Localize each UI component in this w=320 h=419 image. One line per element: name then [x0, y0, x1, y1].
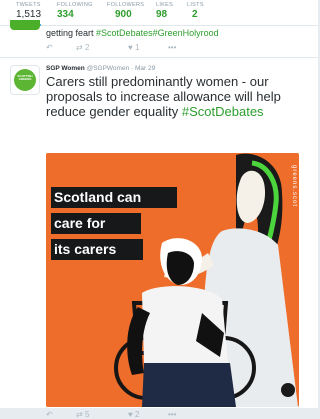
avatar[interactable]: SCOTTISH GREENS	[10, 65, 40, 95]
stat-likes[interactable]: LIKES 98	[156, 2, 173, 21]
more-icon[interactable]: •••	[168, 410, 176, 419]
stat-lists[interactable]: LISTS 2	[187, 2, 204, 21]
stat-label: LISTS	[187, 2, 204, 8]
retweet-count: 5	[84, 410, 90, 419]
hashtag-link[interactable]: #ScotDebates	[182, 104, 264, 119]
like-icon[interactable]: ♥ 1	[128, 43, 139, 52]
stat-label: FOLLOWING	[57, 2, 93, 8]
timeline: getting feart #ScotDebates#GreenHolyrood…	[0, 20, 318, 419]
tweet-text: Carers still predominantly women - our p…	[46, 74, 308, 119]
stat-followers[interactable]: FOLLOWERS 900	[107, 2, 144, 21]
like-icon[interactable]: ♥ 2	[128, 410, 139, 419]
stat-label: FOLLOWERS	[107, 2, 145, 8]
author-handle[interactable]: @SGPWomen	[87, 65, 130, 72]
image-caption-line: care for	[51, 213, 141, 234]
author-name[interactable]: SGP Women	[46, 65, 85, 72]
retweet-count: 2	[84, 43, 90, 52]
profile-stats-bar: TWEETS 1,513 FOLLOWING 334 FOLLOWERS 900…	[0, 0, 318, 26]
retweet-icon[interactable]: ⇄ 2	[76, 43, 89, 52]
retweet-icon[interactable]: ⇄ 5	[76, 410, 89, 419]
stat-label: LIKES	[156, 2, 174, 8]
tweet-text-body: getting feart	[46, 28, 94, 38]
tweet-date[interactable]: · Mar 29	[131, 65, 155, 72]
like-count: 2	[134, 410, 140, 419]
previous-tweet[interactable]: getting feart #ScotDebates#GreenHolyrood…	[0, 20, 318, 58]
hashtag-link[interactable]: #GreenHolyrood	[153, 28, 219, 38]
more-icon[interactable]: •••	[168, 43, 176, 52]
reply-icon[interactable]: ↶	[46, 410, 53, 419]
stat-value: 334	[57, 9, 74, 20]
stat-value: 900	[115, 9, 132, 20]
stat-following[interactable]: FOLLOWING 334	[57, 2, 93, 21]
hashtag-link[interactable]: #ScotDebates	[96, 28, 153, 38]
image-caption-line: Scotland can	[51, 187, 177, 208]
tweet[interactable]: SCOTTISH GREENS SGP Women @SGPWomen · Ma…	[0, 58, 318, 419]
like-count: 1	[134, 43, 140, 52]
tweet-image[interactable]: Scotland can care for its carers greens.…	[46, 153, 299, 407]
stat-label: TWEETS	[16, 2, 41, 8]
stat-value: 98	[156, 9, 168, 20]
image-caption-line: its carers	[51, 239, 143, 260]
tweet-header: SGP Women @SGPWomen · Mar 29	[46, 65, 155, 72]
stat-value: 2	[192, 9, 198, 20]
reply-icon[interactable]: ↶	[46, 43, 53, 52]
avatar-label: SCOTTISH GREENS	[17, 74, 33, 81]
image-side-text: greens.scot	[291, 165, 297, 208]
avatar[interactable]	[10, 20, 40, 30]
party-logo-icon	[281, 383, 295, 397]
tweet-text: getting feart #ScotDebates#GreenHolyrood	[46, 28, 219, 38]
